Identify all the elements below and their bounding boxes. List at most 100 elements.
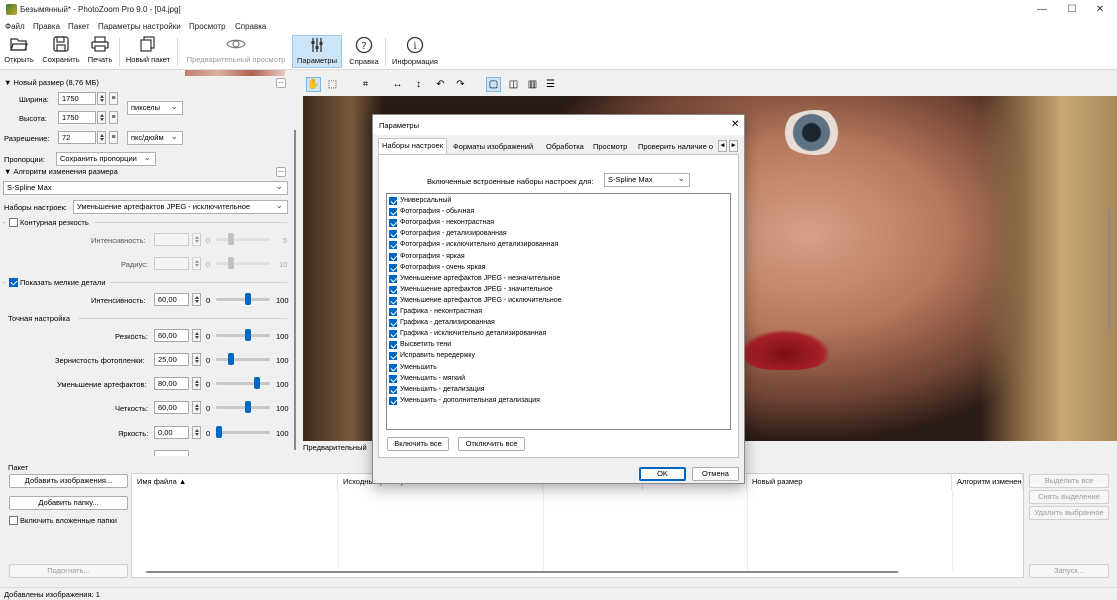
tab-scroll-right[interactable]: ▸ [729, 140, 738, 152]
tab-view[interactable]: Просмотр [590, 140, 630, 154]
column-filename[interactable]: Имя файла ▲ [132, 474, 338, 490]
minimize-button[interactable]: — [1025, 0, 1059, 20]
save-button[interactable]: Сохранить [40, 35, 82, 68]
grain-track[interactable] [216, 358, 270, 361]
clarity-track[interactable] [216, 406, 270, 409]
unsharp-expander[interactable]: - [3, 218, 6, 227]
print-button[interactable]: Печать [85, 35, 115, 68]
grain-spinner[interactable] [192, 353, 201, 366]
menu-settings[interactable]: Параметры настройки [98, 22, 181, 31]
sharpness-thumb[interactable] [244, 329, 251, 341]
cancel-button[interactable]: Отмена [692, 467, 739, 481]
preset-checkbox[interactable] [389, 341, 397, 350]
show-details-checkbox[interactable] [9, 278, 18, 287]
help-button[interactable]: ? Справка [347, 35, 381, 68]
close-window-button[interactable]: ✕ [1083, 0, 1117, 20]
details-track[interactable] [216, 298, 270, 301]
clarity-input[interactable]: 60,00 [154, 401, 189, 414]
preset-checkbox[interactable] [389, 352, 397, 361]
preset-checkbox[interactable] [389, 374, 397, 383]
preset-checkbox[interactable] [389, 263, 397, 272]
preset-checkbox[interactable] [389, 319, 397, 328]
tab-check-updates[interactable]: Проверить наличие о [635, 140, 717, 154]
brightness-track[interactable] [216, 431, 270, 434]
flip-vertical-button[interactable]: ↕ [411, 77, 426, 92]
preset-checkbox[interactable] [389, 396, 397, 405]
width-input[interactable]: 1750 [58, 92, 96, 105]
clarity-spinner[interactable] [192, 401, 201, 414]
algorithm-header[interactable]: ▼ Алгоритм изменения размера [4, 167, 118, 176]
add-folder-button[interactable]: Добавить папку... [9, 496, 128, 510]
preset-checkbox[interactable] [389, 230, 397, 239]
hand-tool-button[interactable]: ✋ [306, 77, 321, 92]
algorithm-select[interactable]: S-Spline Max [3, 181, 288, 195]
resolution-input[interactable]: 72 [58, 131, 96, 144]
tab-processing[interactable]: Обработка [543, 140, 587, 154]
tab-image-formats[interactable]: Форматы изображений [450, 140, 536, 154]
batch-table[interactable]: Имя файла ▲ Исходный размер Новый размер… [131, 473, 1024, 578]
artifact-track[interactable] [216, 382, 270, 385]
rotate-left-button[interactable]: ↶ [433, 77, 448, 92]
artifact-thumb[interactable] [254, 377, 261, 389]
preset-checkbox[interactable] [389, 285, 397, 294]
new-size-header[interactable]: ▼ Новый размер (8,76 МБ) [4, 78, 99, 87]
preset-checkbox[interactable] [389, 208, 397, 217]
height-input[interactable]: 1750 [58, 111, 96, 124]
side-by-side-button[interactable]: ▥ [525, 77, 540, 92]
preset-checkbox[interactable] [389, 385, 397, 394]
artifact-spinner[interactable] [192, 377, 201, 390]
preset-checkbox[interactable] [389, 330, 397, 339]
tab-scroll-left[interactable]: ◂ [718, 140, 727, 152]
width-unit-button[interactable]: ≡ [109, 92, 118, 105]
preview-button[interactable]: Предварительный просмотр [182, 35, 290, 68]
tab-presets[interactable]: Наборы настроек [378, 138, 447, 155]
height-unit-button[interactable]: ≡ [109, 111, 118, 124]
info-button[interactable]: i Информация [389, 35, 441, 68]
algorithm-more-button[interactable]: ... [276, 167, 286, 177]
select-tool-button[interactable]: ⬚ [325, 77, 340, 92]
details-thumb[interactable] [244, 293, 251, 305]
sharpness-track[interactable] [216, 334, 270, 337]
fit-button[interactable]: Подогнать... [9, 564, 128, 578]
stacked-view-button[interactable]: ☰ [543, 77, 558, 92]
add-images-button[interactable]: Добавить изображения... [9, 474, 128, 488]
height-spinner[interactable] [97, 111, 106, 124]
new-batch-button[interactable]: Новый пакет [123, 35, 173, 68]
artifact-input[interactable]: 80,00 [154, 377, 189, 390]
details-intensity-spinner[interactable] [192, 293, 201, 306]
open-button[interactable]: Открыть [2, 35, 36, 68]
grain-thumb[interactable] [228, 353, 234, 365]
preset-checkbox[interactable] [389, 274, 397, 283]
include-subfolders-checkbox[interactable] [9, 516, 18, 525]
menu-help[interactable]: Справка [235, 22, 266, 31]
sharpness-input[interactable]: 60,00 [154, 329, 189, 342]
crop-button[interactable]: ⌗ [358, 77, 373, 92]
clarity-thumb[interactable] [244, 401, 251, 413]
preset-checkbox[interactable] [389, 252, 397, 261]
resolution-unit-button[interactable]: ≡ [109, 131, 118, 144]
size-unit-select[interactable]: пикселы [127, 101, 183, 115]
column-new-size[interactable]: Новый размер [747, 474, 952, 490]
split-view-button[interactable]: ◫ [506, 77, 521, 92]
menu-edit[interactable]: Правка [33, 22, 60, 31]
flip-horizontal-button[interactable]: ↔ [390, 77, 405, 92]
proportions-select[interactable]: Сохранить пропорции [56, 152, 156, 166]
left-panel-scrollbar[interactable] [294, 130, 296, 450]
disable-all-button[interactable]: Отключить все [458, 437, 525, 451]
deselect-button[interactable]: Снять выделение [1029, 490, 1109, 504]
preset-checkbox[interactable] [389, 363, 397, 372]
details-intensity-input[interactable]: 60,00 [154, 293, 189, 306]
unsharp-checkbox[interactable] [9, 218, 18, 227]
delete-selected-button[interactable]: Удалить выбранное [1029, 506, 1109, 520]
select-all-button[interactable]: Выделить все [1029, 474, 1109, 488]
column-algorithm[interactable]: Алгоритм изменения [952, 474, 1023, 490]
dialog-close-button[interactable]: ✕ [731, 119, 739, 130]
menu-batch[interactable]: Пакет [68, 22, 90, 31]
preset-checkbox[interactable] [389, 197, 397, 205]
resolution-unit-select[interactable]: пкс/дюйм [127, 131, 183, 145]
menu-file[interactable]: Файл [5, 22, 25, 31]
preset-checkbox[interactable] [389, 219, 397, 228]
resolution-spinner[interactable] [97, 131, 106, 144]
presets-select[interactable]: Уменьшение артефактов JPEG - исключитель… [73, 200, 288, 214]
brightness-thumb[interactable] [216, 426, 222, 438]
